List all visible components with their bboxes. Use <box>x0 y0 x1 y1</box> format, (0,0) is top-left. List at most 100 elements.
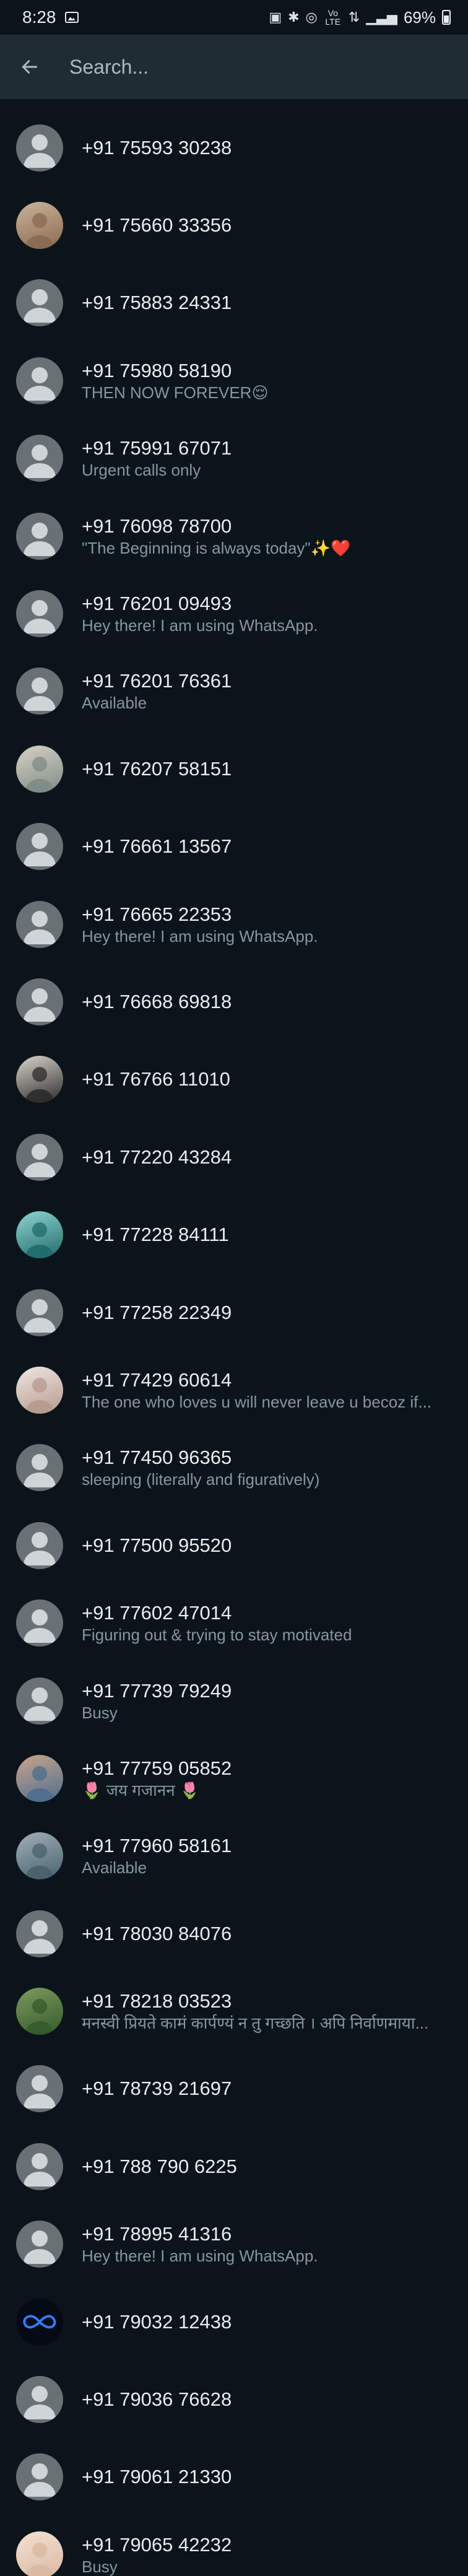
profile-photo-avatar[interactable] <box>16 745 63 793</box>
contact-row[interactable]: +91 78739 21697 <box>0 2050 468 2128</box>
battery-percent: 69% <box>403 7 436 27</box>
wifi-calling-icon: ⇅ <box>348 9 360 25</box>
status-right: ▣ ✱ ◎ Vo LTE ⇅ ▁▃▅ 69% <box>269 8 451 27</box>
contact-row[interactable]: +91 77739 79249 Busy <box>0 1662 468 1739</box>
contact-text: +91 79061 21330 <box>82 2465 232 2489</box>
contact-name: +91 77450 96365 <box>82 1447 232 1469</box>
contact-row[interactable]: +91 76098 78700 "The Beginning is always … <box>0 497 468 575</box>
contact-name: +91 76201 76361 <box>82 670 232 692</box>
profile-photo-avatar[interactable] <box>16 1754 63 1802</box>
contact-text: +91 79036 76628 <box>82 2388 232 2411</box>
contact-name: +91 78218 03523 <box>82 1990 232 2012</box>
default-avatar-icon[interactable] <box>16 357 63 404</box>
contact-row[interactable]: +91 75593 30238 <box>0 109 468 186</box>
default-avatar-icon[interactable] <box>16 978 63 1025</box>
contact-row[interactable]: +91 77450 96365 sleeping (literally and f… <box>0 1429 468 1507</box>
search-bar <box>0 35 468 99</box>
contact-row[interactable]: +91 77429 60614 The one who loves u will … <box>0 1351 468 1429</box>
default-avatar-icon[interactable] <box>16 1677 63 1725</box>
profile-photo-avatar[interactable] <box>16 2531 63 2576</box>
contact-row[interactable]: +91 76665 22353 Hey there! I am using Wha… <box>0 886 468 963</box>
contact-row[interactable]: +91 75883 24331 <box>0 264 468 342</box>
contact-status: Available <box>82 694 147 713</box>
profile-photo-avatar[interactable] <box>16 1211 63 1259</box>
contact-text: +91 77258 22349 <box>82 1301 232 1325</box>
contact-name: +91 75660 33356 <box>82 214 232 237</box>
default-avatar-icon[interactable] <box>16 1133 63 1181</box>
contact-row[interactable]: +91 77602 47014 Figuring out & trying to … <box>0 1584 468 1661</box>
default-avatar-icon[interactable] <box>16 1910 63 1957</box>
contact-status: Hey there! I am using WhatsApp. <box>82 2247 318 2266</box>
default-avatar-icon[interactable] <box>16 2143 63 2190</box>
contact-text: +91 75991 67071 Urgent calls only <box>82 437 232 480</box>
contact-row[interactable]: +91 77500 95520 <box>0 1507 468 1584</box>
contact-row[interactable]: +91 77960 58161 Available <box>0 1817 468 1895</box>
contact-name: +91 75980 58190 <box>82 359 232 381</box>
contact-row[interactable]: +91 75980 58190 THEN NOW FOREVER😌 <box>0 342 468 419</box>
default-avatar-icon[interactable] <box>16 2453 63 2501</box>
battery-icon <box>442 10 451 25</box>
bluetooth-icon: ✱ <box>288 9 300 25</box>
contact-row[interactable]: +91 78995 41316 Hey there! I am using Wha… <box>0 2206 468 2283</box>
contact-text: +91 77759 05852 🌷 जय गजानन 🌷 <box>82 1757 232 1800</box>
contact-text: +91 76207 58151 <box>82 757 232 781</box>
default-avatar-icon[interactable] <box>16 1521 63 1569</box>
contact-row[interactable]: +91 75660 33356 <box>0 186 468 264</box>
default-avatar-icon[interactable] <box>16 279 63 327</box>
contact-row[interactable]: +91 76207 58151 <box>0 730 468 807</box>
contact-name: +91 788 790 6225 <box>82 2155 237 2177</box>
profile-photo-avatar[interactable] <box>16 1988 63 2035</box>
default-avatar-icon[interactable] <box>16 124 63 172</box>
contact-row[interactable]: +91 76668 69818 <box>0 963 468 1040</box>
profile-photo-avatar[interactable] <box>16 1056 63 1103</box>
contact-row[interactable]: +91 77220 43284 <box>0 1118 468 1196</box>
contact-status: Figuring out & trying to stay motivated <box>82 1625 352 1645</box>
back-arrow-icon[interactable] <box>17 54 42 79</box>
contact-row[interactable]: +91 75991 67071 Urgent calls only <box>0 420 468 497</box>
default-avatar-icon[interactable] <box>16 512 63 560</box>
contact-status: sleeping (literally and figuratively) <box>82 1470 320 1489</box>
contact-name: +91 78995 41316 <box>82 2223 232 2245</box>
default-avatar-icon[interactable] <box>16 2065 63 2113</box>
contact-row[interactable]: +91 76201 76361 Available <box>0 653 468 730</box>
contact-row[interactable]: +91 76766 11010 <box>0 1041 468 1118</box>
contact-text: +91 77429 60614 The one who loves u will … <box>82 1368 431 1412</box>
default-avatar-icon[interactable] <box>16 435 63 482</box>
contact-row[interactable]: +91 79061 21330 <box>0 2439 468 2516</box>
default-avatar-icon[interactable] <box>16 900 63 948</box>
contact-row[interactable]: +91 78030 84076 <box>0 1895 468 1972</box>
default-avatar-icon[interactable] <box>16 1444 63 1492</box>
contact-row[interactable]: +91 788 790 6225 <box>0 2128 468 2205</box>
hotspot-icon: ◎ <box>305 9 318 25</box>
contact-row[interactable]: +91 79032 12438 <box>0 2283 468 2361</box>
contact-name: +91 79032 12438 <box>82 2310 232 2333</box>
contact-row[interactable]: +91 78218 03523 मनस्वी प्रियते कामं कार्प… <box>0 1972 468 2050</box>
default-avatar-icon[interactable] <box>16 1289 63 1336</box>
default-avatar-icon[interactable] <box>16 2221 63 2268</box>
contact-row[interactable]: +91 77228 84111 <box>0 1196 468 1273</box>
profile-photo-avatar[interactable] <box>16 1832 63 1880</box>
default-avatar-icon[interactable] <box>16 823 63 871</box>
contact-row[interactable]: +91 76661 13567 <box>0 808 468 886</box>
contact-text: +91 77739 79249 Busy <box>82 1679 232 1723</box>
default-avatar-icon[interactable] <box>16 2376 63 2424</box>
contact-text: +91 75980 58190 THEN NOW FOREVER😌 <box>82 359 269 402</box>
contact-row[interactable]: +91 79036 76628 <box>0 2361 468 2438</box>
contact-row[interactable]: +91 77759 05852 🌷 जय गजानन 🌷 <box>0 1739 468 1817</box>
contact-text: +91 78995 41316 Hey there! I am using Wha… <box>82 2222 318 2266</box>
contact-name: +91 76661 13567 <box>82 835 232 858</box>
search-input[interactable] <box>69 55 451 79</box>
contact-row[interactable]: +91 77258 22349 <box>0 1274 468 1351</box>
contact-text: +91 79032 12438 <box>82 2310 232 2334</box>
infinity-avatar[interactable] <box>16 2298 63 2346</box>
profile-photo-avatar[interactable] <box>16 1366 63 1414</box>
contact-name: +91 76766 11010 <box>82 1068 230 1090</box>
default-avatar-icon[interactable] <box>16 1599 63 1647</box>
contact-row[interactable]: +91 79065 42232 Busy <box>0 2516 468 2576</box>
default-avatar-icon[interactable] <box>16 668 63 715</box>
contact-name: +91 78739 21697 <box>82 2078 232 2100</box>
default-avatar-icon[interactable] <box>16 590 63 638</box>
contact-name: +91 76201 09493 <box>82 593 232 615</box>
contact-row[interactable]: +91 76201 09493 Hey there! I am using Wha… <box>0 575 468 652</box>
profile-photo-avatar[interactable] <box>16 202 63 250</box>
